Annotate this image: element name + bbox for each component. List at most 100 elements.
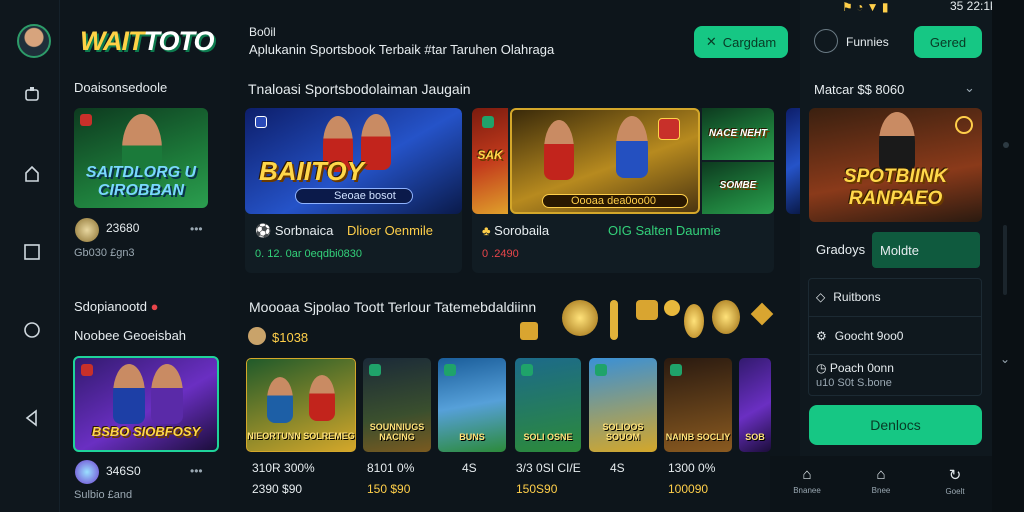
tile-price: 2390 $90 [252,482,303,496]
game-tile[interactable]: SOB [739,358,771,452]
more-icon[interactable]: ••• [190,222,203,236]
player-image [151,364,183,424]
bottom-nav: ⌂ Bnanee ⌂ Bnee ↻ Goelt [770,456,992,512]
tile-price: 150S90 [516,482,558,496]
scrollbar[interactable] [1003,225,1007,295]
game-tile[interactable]: NAINB SOCLIY [664,358,732,452]
game-tile-label: BUNS [459,432,485,442]
game-tile-label: NAINB SOCLIY [665,432,731,442]
tile-price: 150 $90 [367,482,411,496]
game-tile-label: SOUNNIUGS NACING [369,422,425,442]
match-name: ♣ Sorobaila [482,223,550,238]
right-panel-title: Matcar $$ 8060 [814,82,905,97]
match-odds: 0 .2490 [482,248,519,260]
clock-icon: ◷ [816,361,827,375]
promo-banner-text: SAITDLORG U CIROBBAN [85,164,197,199]
camera-dot-icon [1003,142,1009,148]
circle-icon[interactable] [20,318,44,342]
sidebar-sub-2: Sulbio £and [74,489,133,501]
game-tile[interactable]: NIEORTUNN SOLREMEG [246,358,356,452]
nav-refresh[interactable]: ↻ Goelt [920,466,990,512]
trophy-icon: ♣ [482,223,491,238]
nav-browse[interactable]: ⌂ Bnee [846,466,916,512]
list-item[interactable]: ◇ Ruitbons [808,278,982,316]
player-image [879,112,915,172]
status-icons: ⚑ ◔ ▼ ▮ [842,0,889,14]
sidebar-promo-card-2[interactable]: BSBO SIOBFOSY [73,356,219,452]
tile-stat: 4S [610,461,625,475]
game-tile[interactable]: SOLI OSNE [515,358,581,452]
sidebar-promo-card[interactable]: SAITDLORG U CIROBBAN [74,108,208,208]
sidebar-amount-2: 346S0 [106,464,141,478]
featured-match-card-2[interactable]: SAK Oooaa dea0oo00 NACE NEHT SOMBE ♣ Sor… [472,108,774,273]
game-icon [75,460,99,484]
tab-active[interactable]: Moldte [872,232,980,268]
feature-banner-text: BAIITOY [259,156,364,186]
login-button[interactable]: Gered [914,26,982,58]
home-outline-icon: ⌂ [802,466,812,483]
tile-badge-icon [369,364,381,376]
right-promo-card[interactable]: SPOTBIINK RANPAEO [809,108,982,222]
header-small-text: Bo0il [249,25,276,39]
soccer-icon: ⚽ [255,223,272,238]
badge-icon [955,116,973,134]
games-section-title: Moooaa Sjpolao Toott Terlour Tatemebdald… [249,299,537,315]
list-item-sub: u10 S0t S.bone [816,377,892,389]
refresh-icon: ↻ [948,467,962,484]
right-promo-text: SPOTBIINK RANPAEO [843,166,948,209]
featured-section-title: Tnaloasi Sportsbodolaiman Jaugain [248,81,471,97]
coin-icon [636,300,658,320]
nav-home[interactable]: ⌂ Bnanee [772,466,842,512]
tile-stat: 8101 0% [367,461,415,475]
game-tile[interactable]: SOUNNIUGS NACING [363,358,431,452]
user-icon[interactable] [814,29,838,53]
gold-cube-icon [520,322,538,340]
promo-banner-text: BSBO SIOBFOSY [91,424,201,439]
square-icon[interactable] [20,240,44,264]
gold-ball-icon [562,300,598,336]
tab-inactive[interactable]: Gradoys [816,242,865,257]
featured-match-card[interactable]: BAIITOY Seoae bosot ⚽ Sorbnaica Dlioer O… [245,108,462,273]
tile-price: 100090 [668,482,709,496]
game-tile[interactable]: BUNS [438,358,506,452]
list-item[interactable]: ⚙ Goocht 9oo0 [808,316,982,354]
cta-button[interactable]: ✕ Cargdam [694,26,788,58]
player-image [267,377,293,423]
sidebar-sub: Gb030 £gn3 [74,247,135,259]
carousel-peek-card[interactable] [786,108,800,214]
back-triangle-icon[interactable] [20,406,44,430]
game-tile-label: SOLIOOS SOUOM [602,422,644,442]
live-dot-icon: ● [150,299,159,314]
list-item[interactable]: ◷ Poach 0onn u10 S0t S.bone [808,354,982,394]
ball-icon [248,327,266,345]
more-icon[interactable]: ••• [190,464,203,478]
home-icon[interactable] [20,82,44,106]
chevron-down-icon[interactable]: ⌄ [964,80,975,96]
download-button[interactable]: Denlocs [809,405,982,445]
sidebar-section2-title: Sdopianootd ● [74,299,159,314]
mini-banner-text: SAK [477,148,503,162]
user-label[interactable]: Funnies [846,35,889,49]
match-name: ⚽ Sorbnaica [255,223,334,238]
game-tile-label: SOB [745,432,765,442]
game-tile-label: NIEORTUNN SOLREMEG [247,431,355,441]
gold-bar-icon [610,300,618,340]
player-image [309,375,335,421]
tools-icon: ✕ [705,34,717,49]
back-nav-icon[interactable] [20,162,44,186]
sidebar-section-title: Doaisonsedoole [74,80,168,95]
game-tile[interactable]: SOLIOOS SOUOM [589,358,657,452]
tile-badge-icon [521,364,533,376]
trophy-badge-icon [658,118,680,140]
avatar[interactable] [17,24,51,58]
tile-stat: 3/3 0SI CI/E [516,461,581,475]
player-image [616,116,648,178]
coin-icon [75,218,99,242]
device-edge [992,0,1024,512]
house-icon: ⌂ [876,466,886,483]
player-image [544,120,574,180]
chevron-down-icon[interactable]: ⌄ [1000,352,1010,366]
tile-badge-icon [595,364,607,376]
tile-badge-icon [444,364,456,376]
brand-logo[interactable]: WAITTOTO [80,26,215,57]
